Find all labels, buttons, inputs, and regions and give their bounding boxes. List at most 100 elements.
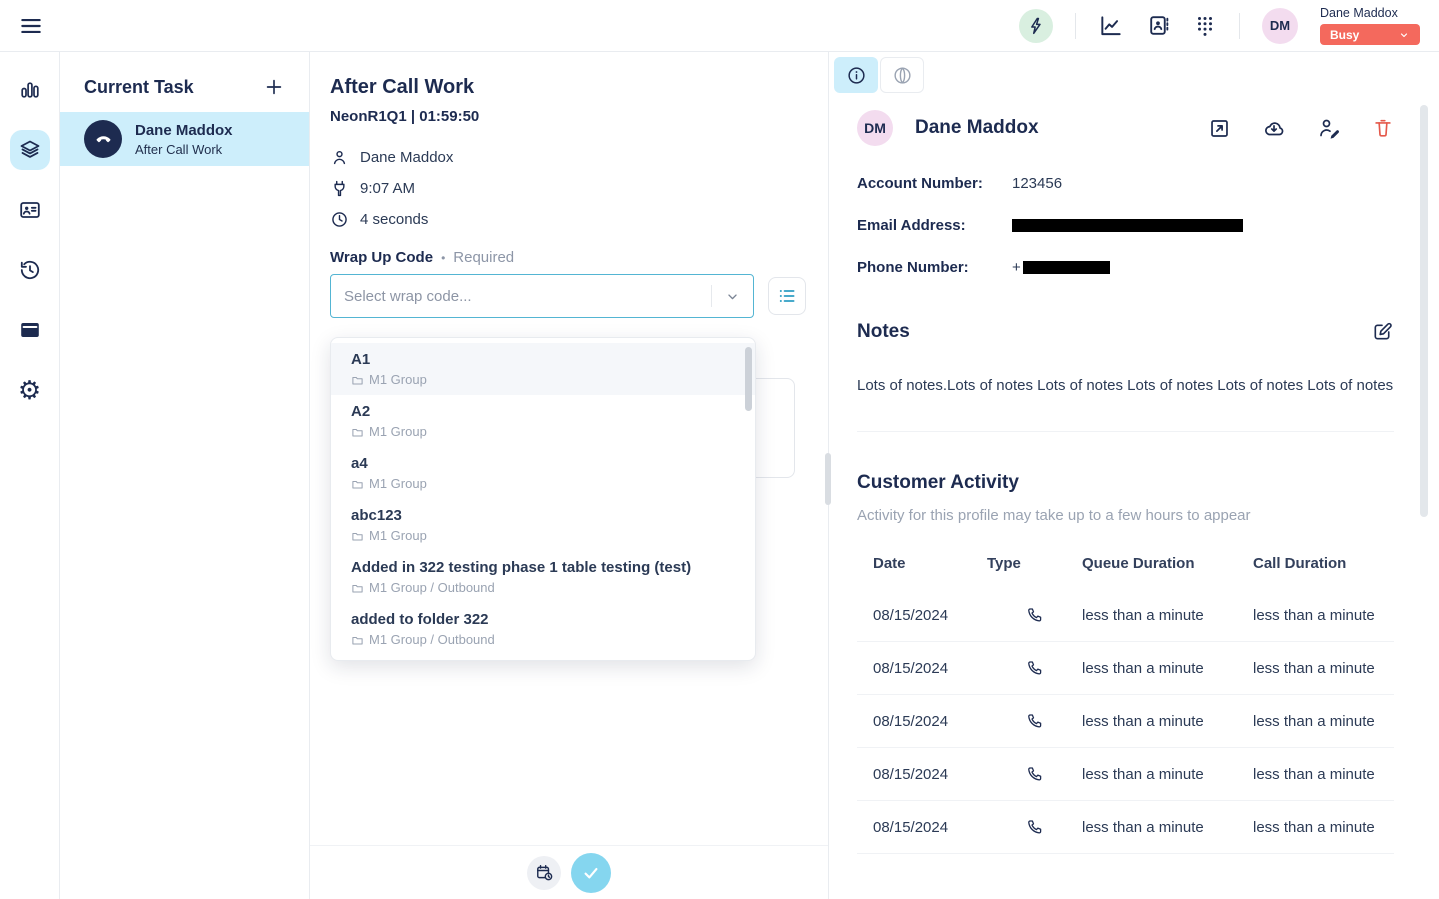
topbar-divider (1075, 13, 1076, 39)
calendar-clock-icon (535, 863, 554, 882)
chevron-down-icon (1398, 29, 1410, 41)
user-avatar[interactable]: DM (1262, 8, 1298, 44)
complete-task-button[interactable] (571, 853, 611, 893)
contact-name: Dane Maddox (360, 149, 453, 166)
acw-title: After Call Work (330, 76, 808, 99)
activity-row[interactable]: 08/15/2024 less than a minute less than … (857, 748, 1394, 801)
phone-redacted-value (1023, 261, 1110, 274)
bar-chart-icon (18, 78, 42, 102)
folder-icon (351, 530, 364, 543)
gear-icon: ⚙ (18, 377, 41, 403)
folder-icon (351, 426, 364, 439)
activity-row[interactable]: 08/15/2024 less than a minute less than … (857, 589, 1394, 642)
wrap-code-dropdown: A1 M1 Group A2 M1 Group a4 M1 Group abc1… (330, 337, 756, 661)
open-in-new-icon[interactable] (1208, 117, 1231, 140)
call-start-time: 9:07 AM (360, 180, 415, 197)
topbar: DM Dane Maddox Busy (0, 0, 1439, 52)
wrap-code-option[interactable]: Added in 322 testing phase 1 table testi… (331, 551, 755, 603)
acw-footer (310, 845, 828, 899)
phone-icon (987, 712, 1082, 730)
select-chevron-button[interactable] (712, 288, 753, 305)
activity-row[interactable]: 08/15/2024 less than a minute less than … (857, 642, 1394, 695)
sidebar-item-settings[interactable]: ⚙ (0, 360, 59, 420)
acw-timer: 01:59:50 (419, 108, 479, 125)
notes-content: Lots of notes.Lots of notes Lots of note… (857, 376, 1394, 396)
wrap-code-option[interactable]: a4 M1 Group (331, 447, 755, 499)
column-call-duration: Call Duration (1253, 555, 1394, 572)
profile-panel-scrollbar[interactable] (1420, 105, 1428, 517)
status-selector[interactable]: Busy (1320, 24, 1420, 45)
queue-name: NeonR1Q1 (330, 108, 407, 125)
wrap-code-option[interactable]: abc123 M1 Group (331, 499, 755, 551)
chevron-down-icon (724, 288, 741, 305)
activity-row[interactable]: 08/15/2024 less than a minute less than … (857, 801, 1394, 854)
tab-apps[interactable] (880, 57, 924, 93)
customer-activity-subtitle: Activity for this profile may take up to… (857, 507, 1394, 524)
column-type: Type (987, 555, 1082, 572)
phone-prefix: + (1012, 259, 1021, 276)
schedule-callback-button[interactable] (527, 856, 561, 890)
task-contact-name: Dane Maddox (135, 122, 233, 140)
folder-icon (351, 634, 364, 647)
contacts-book-icon[interactable] (1146, 13, 1171, 38)
edit-icon[interactable] (1371, 320, 1394, 343)
phone-down-icon (94, 130, 113, 149)
customer-profile-panel: DM Dane Maddox Account Number: 123456 Em… (828, 52, 1439, 899)
tab-contact-info[interactable] (834, 57, 878, 93)
status-label: Busy (1330, 28, 1359, 42)
folder-icon (351, 374, 364, 387)
user-name: Dane Maddox (1320, 6, 1398, 20)
email-redacted-value (1012, 219, 1243, 232)
split-circle-icon (892, 65, 913, 86)
window-icon (18, 318, 42, 342)
sidebar-item-tasks[interactable] (0, 120, 59, 180)
customer-activity-title: Customer Activity (857, 472, 1394, 494)
phone-icon (987, 818, 1082, 836)
activity-table: Date Type Queue Duration Call Duration 0… (857, 551, 1394, 854)
sidebar-item-history[interactable] (0, 240, 59, 300)
email-label: Email Address: (857, 217, 1012, 234)
trash-icon[interactable] (1372, 117, 1394, 139)
menu-icon[interactable] (18, 13, 44, 39)
meta-separator: | (411, 108, 415, 125)
dropdown-scrollbar[interactable] (745, 347, 752, 411)
history-icon (18, 258, 42, 282)
sidebar-item-workspace[interactable] (0, 300, 59, 360)
quick-actions-button[interactable] (1019, 9, 1053, 43)
sidebar-item-dashboard[interactable] (0, 60, 59, 120)
contact-name-heading: Dane Maddox (915, 117, 1039, 139)
browse-wrap-codes-button[interactable] (768, 277, 806, 315)
info-icon (846, 65, 867, 86)
column-date: Date (873, 555, 987, 572)
dialpad-icon[interactable] (1193, 14, 1217, 38)
add-task-button[interactable] (263, 76, 285, 98)
required-bullet: • (441, 251, 445, 265)
sidebar-item-contacts[interactable] (0, 180, 59, 240)
layers-icon (18, 138, 42, 162)
wrap-code-option[interactable]: A1 M1 Group (331, 343, 755, 395)
section-divider (857, 431, 1394, 432)
current-task-panel: Current Task Dane Maddox After Call Work (60, 52, 310, 899)
account-number-value: 123456 (1012, 175, 1062, 192)
wrap-code-input[interactable] (331, 275, 711, 317)
required-label: Required (453, 249, 514, 266)
person-edit-icon[interactable] (1317, 116, 1341, 140)
phone-label: Phone Number: (857, 259, 1012, 276)
after-call-work-panel: After Call Work NeonR1Q1 | 01:59:50 Dane… (310, 52, 828, 899)
contact-avatar: DM (857, 110, 893, 146)
wrap-code-select[interactable] (330, 274, 754, 318)
folder-icon (351, 582, 364, 595)
task-list-item[interactable]: Dane Maddox After Call Work (60, 112, 309, 166)
cloud-download-icon[interactable] (1262, 116, 1286, 140)
panel-resize-handle[interactable] (825, 453, 831, 505)
column-queue-duration: Queue Duration (1082, 555, 1253, 572)
phone-icon (987, 659, 1082, 677)
wrap-code-option[interactable]: A2 M1 Group (331, 395, 755, 447)
activity-row[interactable]: 08/15/2024 less than a minute less than … (857, 695, 1394, 748)
line-chart-icon[interactable] (1098, 13, 1124, 39)
folder-icon (351, 478, 364, 491)
notes-title: Notes (857, 321, 910, 343)
wrap-code-option[interactable]: added to folder 322 M1 Group / Outbound (331, 603, 755, 655)
sidebar: ⚙ (0, 52, 60, 899)
lightning-icon (1026, 16, 1046, 36)
